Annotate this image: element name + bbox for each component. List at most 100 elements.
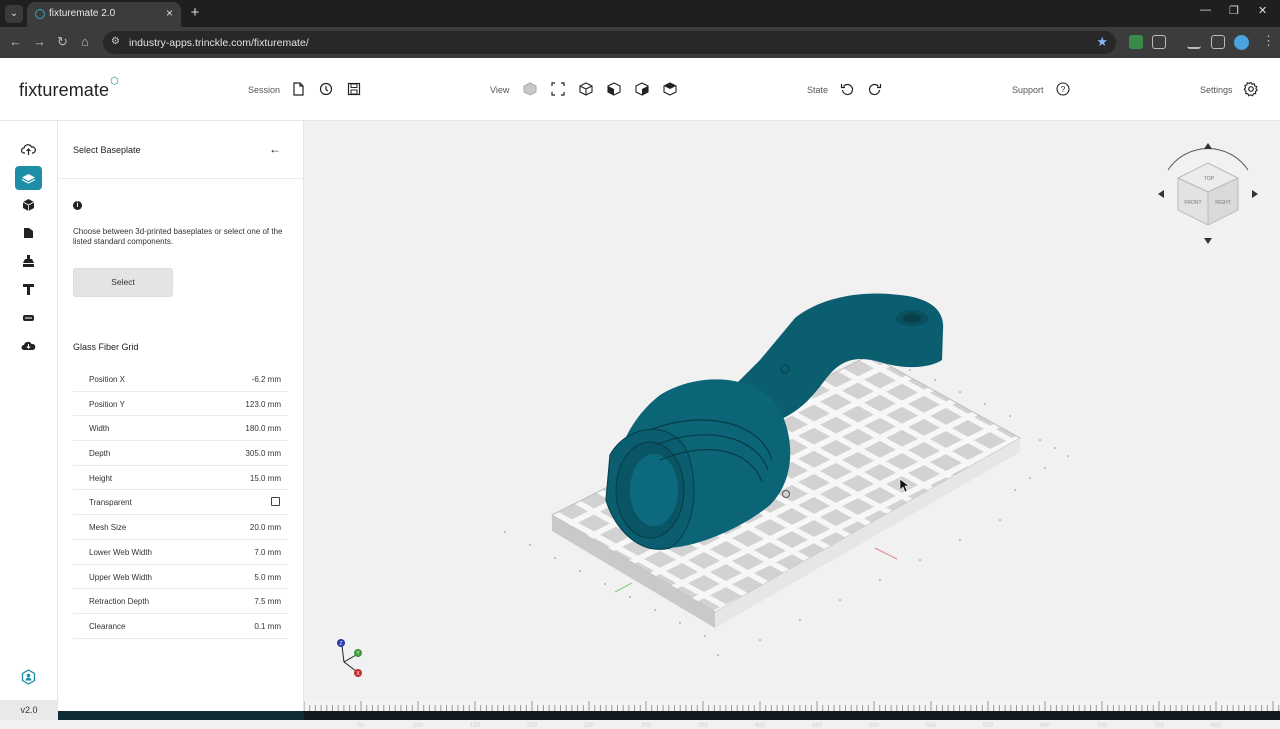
rail-clamp[interactable] [15, 249, 42, 273]
ruler-tick-label: 200 [526, 723, 538, 729]
prop-value[interactable]: 123.0 mm [245, 400, 281, 409]
transparent-checkbox[interactable] [271, 497, 280, 507]
orbit-up-icon[interactable] [1204, 143, 1212, 149]
restore-icon[interactable]: ❐ [1229, 4, 1239, 17]
prop-label: Width [89, 424, 110, 434]
help-icon[interactable]: ? [1056, 82, 1070, 96]
home-icon[interactable]: ⌂ [81, 34, 89, 49]
extensions-puzzle-icon[interactable] [1152, 35, 1166, 49]
redo-icon[interactable] [868, 82, 882, 96]
support-blocks-icon [24, 228, 33, 238]
prop-value[interactable]: 5.0 mm [254, 573, 281, 582]
view-side-cube-icon[interactable] [635, 82, 649, 96]
prop-value[interactable]: 7.5 mm [254, 597, 281, 606]
forward-icon[interactable]: → [33, 34, 46, 49]
ruler-ticks [304, 701, 1280, 711]
browser-menu-icon[interactable]: ⋮ [1262, 33, 1275, 49]
ruler-bar: 50 100 150 200 250 300 350 400 450 500 5… [304, 711, 1280, 729]
prop-value[interactable]: 305.0 mm [245, 449, 281, 458]
prop-label: Clearance [89, 621, 126, 631]
ruler: 50 100 150 200 250 300 350 400 450 500 5… [304, 699, 1280, 729]
tab-title: fixturemate 2.0 [49, 8, 116, 19]
baseplate-panel: Select Baseplate ← i Choose between 3d-p… [58, 121, 304, 720]
rail-part[interactable] [15, 193, 42, 217]
prop-retraction-depth: Retraction Depth 7.5 mm [73, 589, 288, 614]
history-icon[interactable] [319, 82, 333, 96]
prop-value[interactable]: 7.0 mm [254, 548, 281, 557]
orbit-left-icon[interactable] [1158, 190, 1164, 198]
prop-value[interactable]: 0.1 mm [254, 622, 281, 631]
rail-baseplate[interactable] [15, 166, 42, 190]
logo-text: fixturemate [19, 80, 110, 100]
rail-label[interactable] [15, 306, 42, 330]
navcube-right-label: RIGHT [1215, 200, 1231, 206]
prop-upper-web-width: Upper Web Width 5.0 mm [73, 565, 288, 590]
clamp-icon [23, 255, 34, 267]
axis-gizmo: Z Y X [337, 639, 362, 677]
axis-z-label: Z [339, 641, 342, 647]
prop-clearance: Clearance 0.1 mm [73, 614, 288, 639]
ruler-tick-label: 300 [640, 723, 652, 729]
cloud-download-icon [21, 341, 36, 350]
settings-gear-icon[interactable] [1243, 81, 1259, 97]
prop-value[interactable]: -6.2 mm [252, 375, 281, 384]
ruler-tick-label: 600 [982, 723, 994, 729]
save-icon[interactable] [347, 82, 361, 96]
section-title: Glass Fiber Grid [73, 342, 139, 352]
side-panel-icon[interactable] [1211, 35, 1225, 49]
select-button[interactable]: Select [73, 268, 173, 297]
media-icon[interactable] [1187, 35, 1201, 49]
prop-position-y: Position Y 123.0 mm [73, 392, 288, 417]
svg-text:?: ? [1061, 85, 1066, 94]
new-file-icon[interactable] [291, 82, 305, 96]
tab-search-button[interactable]: ⌄ [5, 5, 23, 23]
view-iso-cube-icon[interactable] [579, 82, 593, 96]
panel-header: Select Baseplate ← [58, 121, 304, 179]
minimize-icon[interactable]: — [1200, 4, 1211, 16]
3d-viewport[interactable]: TOP FRONT RIGHT Z Y X [304, 121, 1280, 699]
prop-lower-web-width: Lower Web Width 7.0 mm [73, 540, 288, 565]
window-close-icon[interactable]: ✕ [1258, 4, 1267, 17]
part-box-icon [22, 199, 35, 211]
browser-tab[interactable]: fixturemate 2.0 × [27, 2, 181, 27]
label-tag-icon [23, 315, 34, 321]
tool-rail: v2.0 [0, 121, 58, 720]
info-icon: i [73, 201, 82, 210]
rail-account[interactable] [15, 664, 42, 688]
tab-favicon-icon [35, 9, 45, 19]
rail-support[interactable] [15, 221, 42, 245]
prop-value[interactable]: 180.0 mm [245, 424, 281, 433]
user-hex-icon [21, 669, 36, 685]
navigation-cube[interactable]: TOP FRONT RIGHT [1158, 143, 1258, 244]
view-shaded-cube-icon[interactable] [523, 82, 537, 96]
ruler-tick-label: 650 [1039, 723, 1051, 729]
prop-value[interactable]: 20.0 mm [250, 523, 281, 532]
extension-icon[interactable] [1129, 35, 1143, 49]
rail-pin[interactable] [15, 277, 42, 301]
rail-upload[interactable] [15, 137, 42, 161]
reload-icon[interactable]: ↻ [57, 34, 68, 50]
browser-tabstrip: ⌄ fixturemate 2.0 × + — ❐ ✕ [0, 0, 1280, 27]
browser-toolbar: ← → ↻ ⌂ ⚙ industry-apps.trinckle.com/fix… [0, 27, 1280, 58]
orbit-down-icon[interactable] [1204, 238, 1212, 244]
site-info-icon[interactable]: ⚙ [111, 36, 120, 47]
tab-close-icon[interactable]: × [166, 6, 173, 20]
floor-y-axis-hint [614, 582, 633, 593]
ruler-tick-label: 750 [1153, 723, 1165, 729]
bookmark-star-icon[interactable]: ★ [1096, 34, 1108, 50]
info-text: Choose between 3d-printed baseplates or … [73, 227, 283, 246]
address-bar[interactable]: ⚙ industry-apps.trinckle.com/fixturemate… [103, 31, 1116, 54]
new-tab-button[interactable]: + [186, 5, 204, 23]
ruler-tick-label: 800 [1210, 723, 1222, 729]
view-top-cube-icon[interactable] [663, 82, 677, 96]
back-icon[interactable]: ← [9, 34, 22, 49]
prop-value[interactable]: 15.0 mm [250, 474, 281, 483]
pin-tool-icon [23, 284, 34, 295]
back-arrow-icon[interactable]: ← [269, 142, 281, 156]
undo-icon[interactable] [840, 82, 854, 96]
fit-view-icon[interactable] [551, 82, 565, 96]
profile-avatar[interactable] [1234, 35, 1249, 50]
rail-export[interactable] [15, 334, 42, 358]
orbit-right-icon[interactable] [1252, 190, 1258, 198]
view-front-cube-icon[interactable] [607, 82, 621, 96]
